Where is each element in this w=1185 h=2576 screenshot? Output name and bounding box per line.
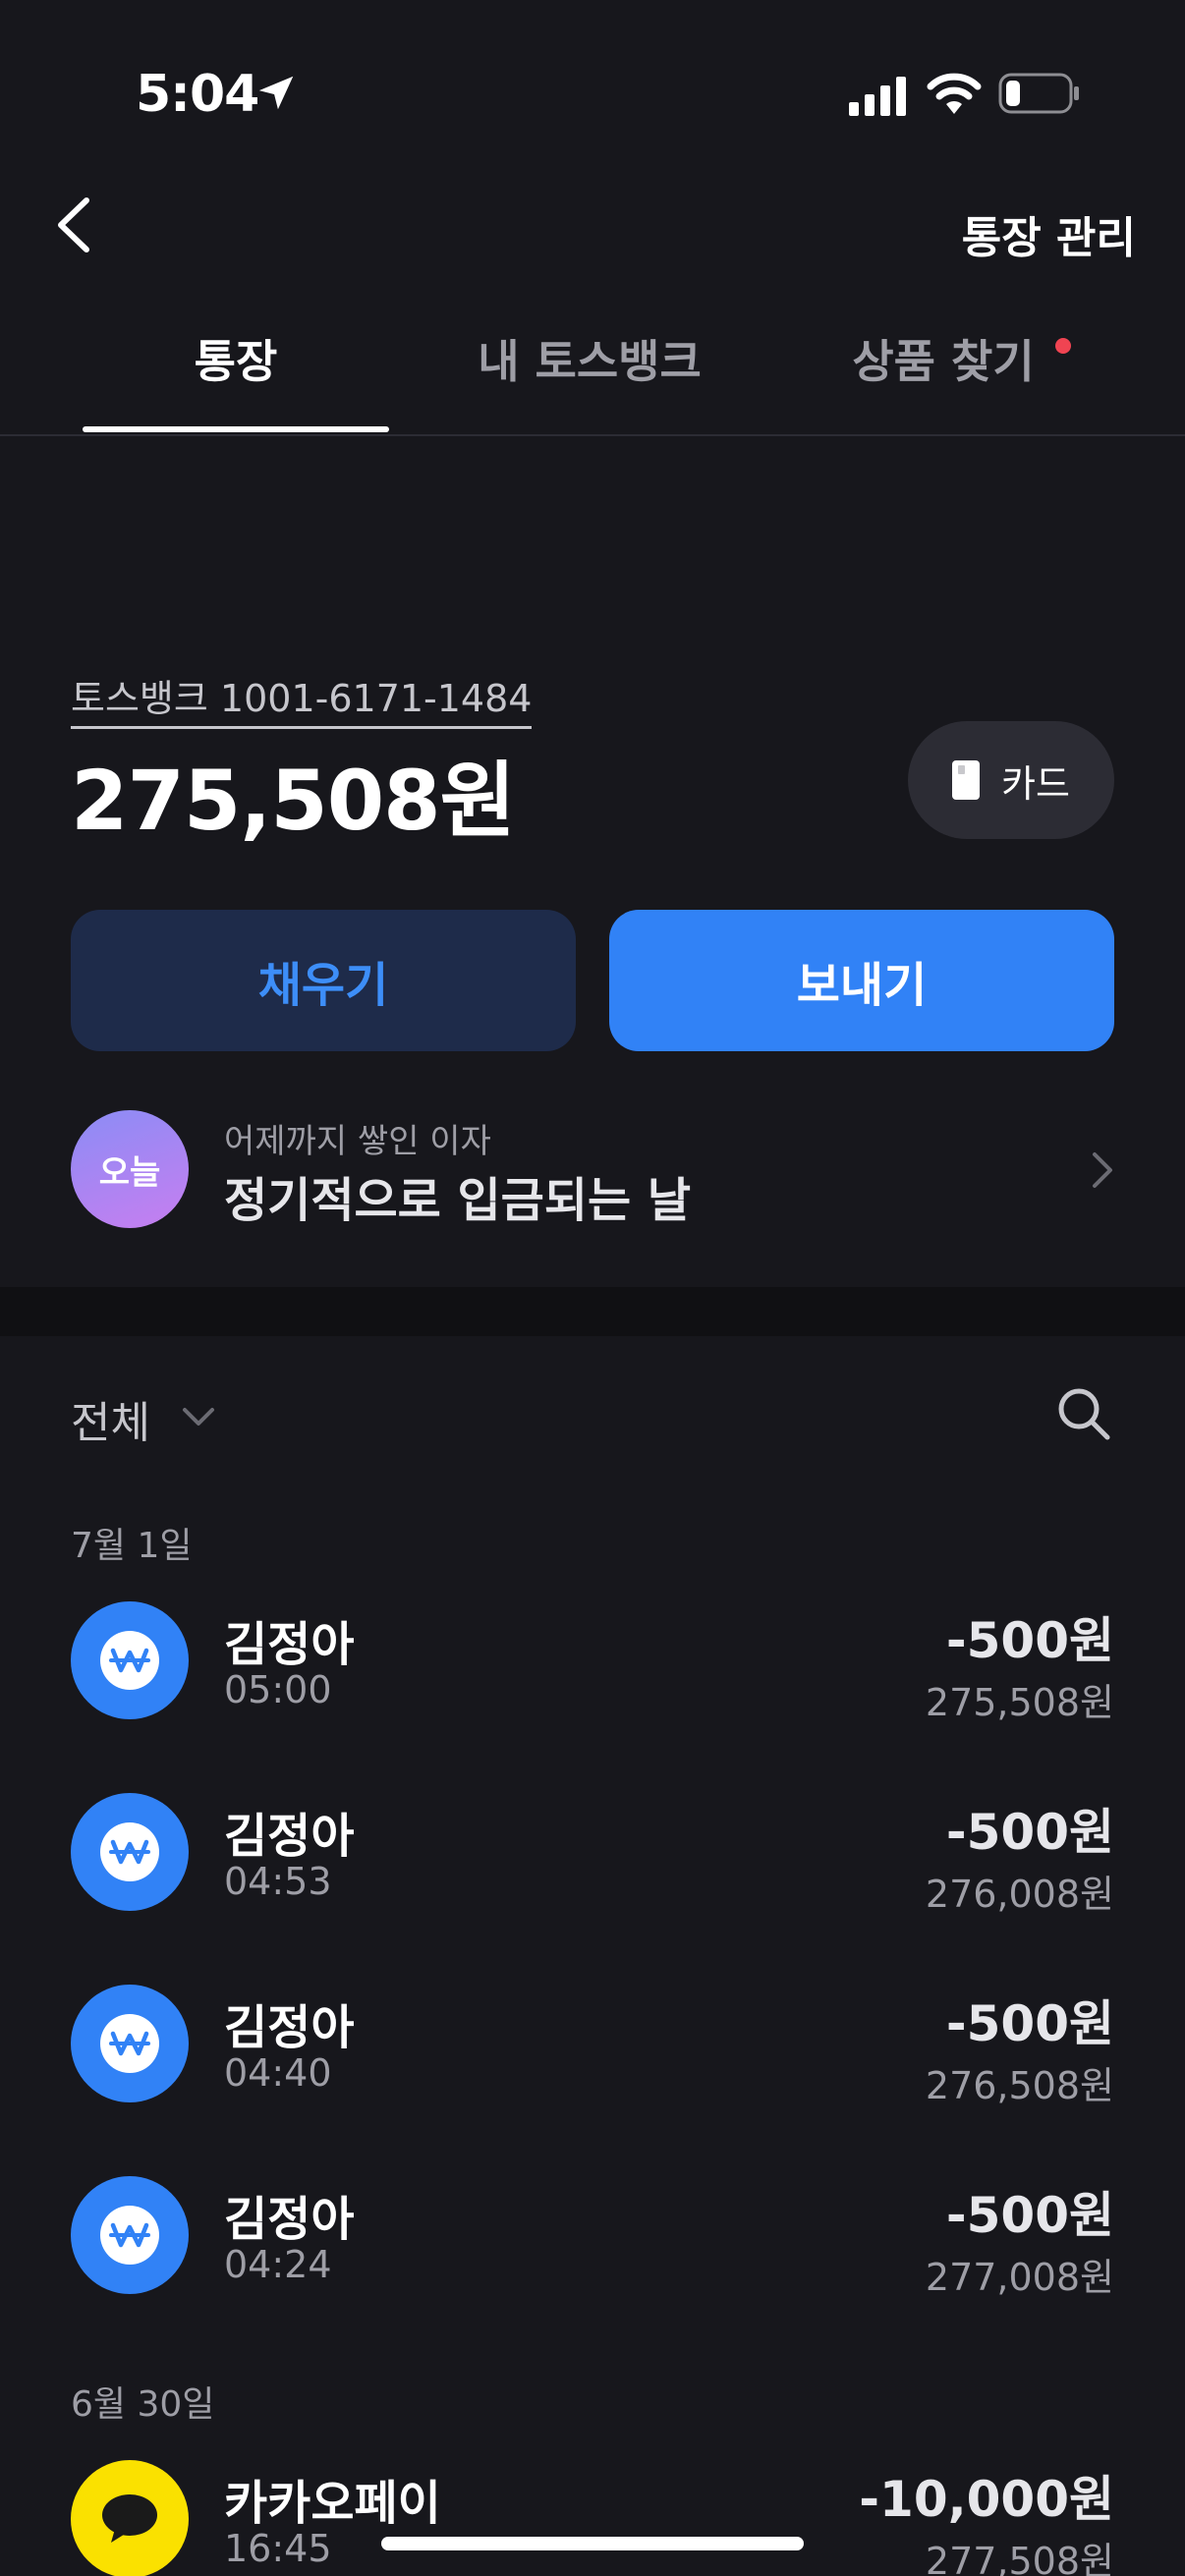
kakao-speech-icon (71, 2460, 189, 2576)
transaction-time: 04:24 (224, 2243, 332, 2286)
won-transfer-icon (71, 2176, 189, 2294)
card-button-label: 카드 (1001, 761, 1070, 806)
interest-title[interactable]: 정기적으로 입금되는 날 (224, 1161, 691, 1230)
tab-my-tossbank[interactable]: 내 토스뱅크 (442, 326, 737, 391)
tab-divider (0, 434, 1185, 436)
transaction-row[interactable]: 김정아 05:00 -500원 275,508원 (71, 1601, 1114, 1729)
today-badge: 오늘 (71, 1110, 189, 1228)
transaction-name: 김정아 (224, 2192, 355, 2247)
send-button[interactable]: 보내기 (609, 910, 1114, 1051)
location-arrow-icon (258, 76, 294, 110)
date-header: 7월 1일 (71, 1526, 193, 1566)
back-chevron-icon[interactable] (51, 195, 98, 255)
chevron-down-icon[interactable] (179, 1403, 218, 1430)
home-indicator (381, 2537, 804, 2550)
new-badge-dot (1055, 338, 1071, 354)
card-button[interactable]: 카드 (908, 721, 1114, 839)
cellular-signal-icon (849, 77, 906, 116)
won-transfer-icon (71, 1793, 189, 1911)
account-manage-button[interactable]: 통장 관리 (962, 202, 1136, 265)
account-number-link[interactable]: 토스뱅크 1001-6171-1484 (71, 668, 533, 729)
wifi-icon (927, 73, 982, 114)
transaction-time: 04:40 (224, 2051, 332, 2095)
active-tab-indicator (83, 426, 389, 432)
status-time: 5:04 (136, 65, 259, 124)
transaction-balance: 277,508원 (925, 2540, 1114, 2576)
search-icon[interactable] (1055, 1385, 1112, 1442)
battery-icon (998, 73, 1079, 114)
transaction-time: 16:45 (224, 2527, 332, 2570)
won-transfer-icon (71, 1601, 189, 1719)
transaction-time: 05:00 (224, 1668, 332, 1711)
transaction-amount: -500원 (945, 1804, 1114, 1861)
transaction-balance: 275,508원 (925, 1681, 1114, 1724)
date-header: 6월 30일 (71, 2384, 215, 2425)
transaction-row[interactable]: 김정아 04:53 -500원 276,008원 (71, 1793, 1114, 1921)
transaction-row[interactable]: 김정아 04:40 -500원 276,508원 (71, 1985, 1114, 2112)
transaction-row[interactable]: 카카오페이 16:45 -10,000원 277,508원 (71, 2460, 1114, 2576)
transaction-amount: -10,000원 (859, 2471, 1114, 2528)
card-icon (952, 760, 981, 800)
transaction-amount: -500원 (945, 2187, 1114, 2244)
transaction-name: 김정아 (224, 1809, 355, 1864)
transaction-amount: -500원 (945, 1612, 1114, 1669)
transaction-name: 김정아 (224, 1617, 355, 1672)
tab-account[interactable]: 통장 (83, 326, 389, 391)
transaction-balance: 276,508원 (925, 2064, 1114, 2107)
fill-button[interactable]: 채우기 (71, 910, 576, 1051)
tab-find-products[interactable]: 상품 찾기 (816, 326, 1071, 391)
transaction-time: 04:53 (224, 1860, 332, 1903)
account-balance: 275,508원 (71, 753, 516, 849)
transaction-balance: 276,008원 (925, 1873, 1114, 1916)
transaction-balance: 277,008원 (925, 2256, 1114, 2299)
transaction-amount: -500원 (945, 1995, 1114, 2052)
chevron-right-icon[interactable] (1089, 1149, 1116, 1191)
interest-subtitle: 어제까지 쌓인 이자 (224, 1122, 491, 1161)
won-transfer-icon (71, 1985, 189, 2102)
filter-dropdown[interactable]: 전체 (71, 1387, 150, 1450)
transaction-row[interactable]: 김정아 04:24 -500원 277,008원 (71, 2176, 1114, 2304)
section-divider (0, 1287, 1185, 1336)
transaction-name: 김정아 (224, 2000, 355, 2055)
transaction-name: 카카오페이 (224, 2476, 441, 2531)
